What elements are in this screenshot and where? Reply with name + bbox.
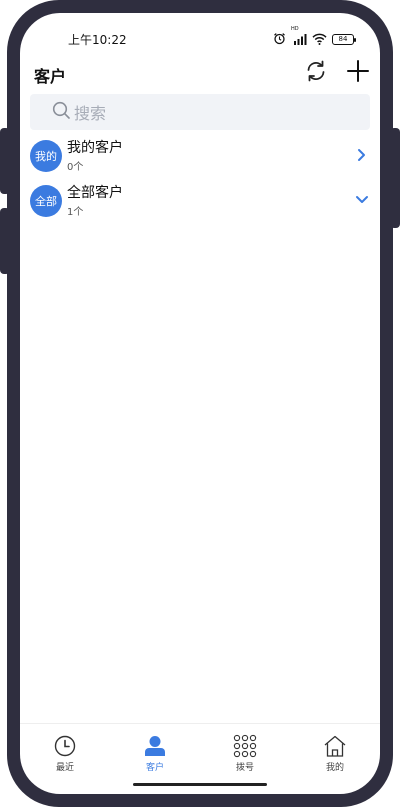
group-name: 全部客户	[67, 185, 123, 201]
group-row-mine[interactable]: 我的 我的客户 0个	[30, 137, 370, 177]
tab-label: 拨号	[235, 763, 254, 773]
search-icon	[52, 101, 70, 123]
clock-icon	[53, 734, 77, 758]
volume-up-button	[0, 128, 10, 194]
refresh-icon	[305, 60, 327, 86]
status-time: 上午10:22	[68, 33, 127, 47]
avatar: 全部	[30, 185, 62, 217]
person-icon	[143, 734, 167, 758]
dialpad-icon	[233, 734, 257, 758]
tab-recent[interactable]: 最近	[20, 724, 110, 775]
status-icons: HD 84	[273, 26, 356, 49]
header: 客户	[20, 57, 380, 93]
hd-label: HD	[291, 26, 299, 32]
search-placeholder: 搜索	[74, 104, 107, 123]
signal-icon: HD	[291, 26, 307, 49]
power-button	[390, 128, 400, 228]
group-count: 0个	[67, 162, 84, 173]
chevron-down-icon	[354, 192, 370, 208]
battery-icon: 84	[332, 34, 356, 45]
tab-bar: 最近 客户 拨号 我的	[20, 723, 380, 775]
page-title: 客户	[34, 67, 67, 86]
tab-label: 最近	[55, 763, 74, 773]
screen: 上午10:22 HD 84 客户 搜索 我的 我的客户 0个 全部 全部客户 1…	[20, 13, 380, 794]
status-bar: 上午10:22 HD 84	[20, 13, 380, 53]
alarm-icon	[273, 30, 286, 49]
tab-label: 我的	[325, 763, 344, 773]
plus-icon	[347, 60, 369, 86]
tab-mine[interactable]: 我的	[290, 724, 380, 775]
search-input[interactable]: 搜索	[30, 94, 370, 130]
volume-down-button	[0, 208, 10, 274]
group-name: 我的客户	[67, 140, 123, 156]
refresh-button[interactable]	[302, 59, 330, 87]
chevron-right-icon	[354, 147, 370, 163]
avatar: 我的	[30, 140, 62, 172]
add-customer-button[interactable]	[344, 59, 372, 87]
wifi-icon	[312, 30, 327, 49]
home-indicator[interactable]	[133, 783, 267, 786]
tab-customers[interactable]: 客户	[110, 724, 200, 775]
group-count: 1个	[67, 207, 84, 218]
home-icon	[323, 734, 347, 758]
tab-label: 客户	[145, 763, 164, 773]
group-row-all[interactable]: 全部 全部客户 1个	[30, 182, 370, 222]
tab-dialpad[interactable]: 拨号	[200, 724, 290, 775]
